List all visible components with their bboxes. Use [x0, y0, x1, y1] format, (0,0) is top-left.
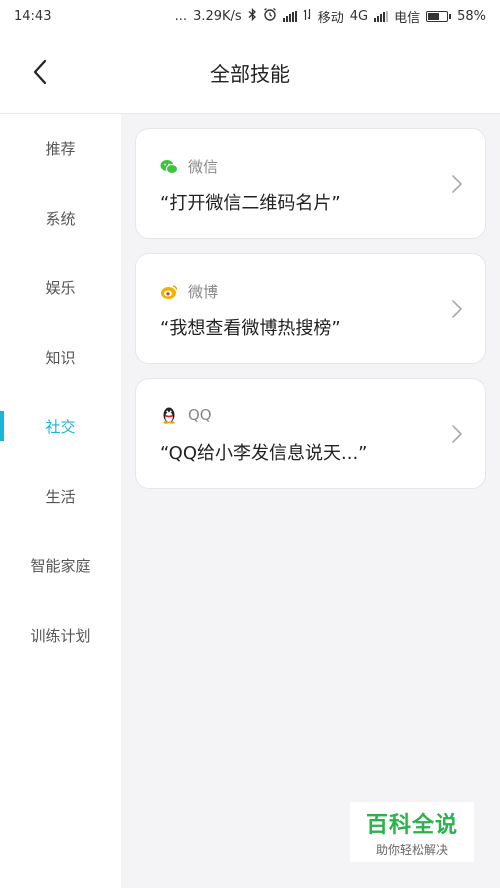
skill-example: “我想查看微博热搜榜” [160, 318, 341, 339]
watermark-title: 百科全说 [365, 812, 458, 838]
carrier-2: 电信 [394, 10, 421, 26]
sidebar-item-label: 娱乐 [45, 279, 76, 298]
sidebar-item-recommend[interactable]: 推荐 [0, 114, 121, 184]
sidebar-item-label: 训练计划 [30, 626, 91, 645]
battery-percent: 58% [457, 8, 486, 24]
sidebar-item-entertainment[interactable]: 娱乐 [0, 253, 121, 323]
skill-card-wechat[interactable]: 微信 “打开微信二维码名片” [135, 128, 486, 239]
sidebar-item-smart-home[interactable]: 智能家庭 [0, 531, 121, 601]
chevron-right-icon [452, 425, 462, 443]
skill-card-qq[interactable]: QQ “QQ给小李发信息说天...” [135, 378, 486, 489]
sidebar-item-label: 智能家庭 [30, 557, 91, 576]
sidebar-item-social[interactable]: 社交 [0, 392, 121, 462]
card-header: 微信 [160, 156, 218, 177]
app-name: QQ [188, 406, 212, 424]
carrier-1: 移动 [317, 10, 344, 26]
watermark-logo: 百科全说 助你轻松解决 [350, 802, 474, 862]
sidebar-item-label: 知识 [45, 348, 76, 367]
data-arrows-icon [303, 8, 312, 25]
sidebar-item-system[interactable]: 系统 [0, 184, 121, 254]
bluetooth-icon [248, 7, 257, 25]
weibo-icon [160, 283, 178, 301]
app-name: 微博 [188, 283, 219, 301]
sidebar-item-knowledge[interactable]: 知识 [0, 323, 121, 393]
sidebar-item-life[interactable]: 生活 [0, 462, 121, 532]
page-title: 全部技能 [210, 62, 290, 86]
chevron-right-icon [452, 300, 462, 318]
sidebar-item-label: 生活 [45, 487, 76, 506]
sidebar-item-label: 推荐 [45, 140, 76, 159]
card-header: QQ [160, 406, 212, 424]
qq-penguin-icon [160, 406, 178, 424]
status-time: 14:43 [14, 8, 52, 24]
status-dots: ... [174, 8, 188, 24]
sidebar-item-label: 社交 [45, 418, 76, 437]
signal-icon [374, 10, 389, 22]
battery-icon [426, 10, 452, 22]
alarm-icon [263, 7, 277, 25]
chevron-right-icon [452, 175, 462, 193]
battery-fill [428, 12, 439, 20]
skill-card-weibo[interactable]: 微博 “我想查看微博热搜榜” [135, 253, 486, 364]
wechat-icon [160, 158, 178, 176]
skills-content: 微信 “打开微信二维码名片” 微博 “我想查看微博热搜榜” QQ “QQ给小李发… [121, 114, 500, 888]
status-bar: 14:43 ... 3.29K/s 移动 4G 电信 58% [0, 0, 500, 32]
sidebar-item-label: 系统 [45, 209, 76, 228]
network-speed: 3.29K/s [193, 8, 242, 24]
skill-example: “QQ给小李发信息说天...” [160, 443, 368, 464]
sidebar-item-training-plan[interactable]: 训练计划 [0, 601, 121, 671]
page-header: 全部技能 [0, 32, 500, 114]
card-header: 微博 [160, 281, 218, 302]
app-name: 微信 [188, 158, 219, 176]
watermark-subtitle: 助你轻松解决 [375, 842, 448, 857]
category-sidebar: 推荐 系统 娱乐 知识 社交 生活 智能家庭 训练计划 [0, 114, 121, 888]
skill-example: “打开微信二维码名片” [160, 193, 341, 214]
signal-icon [282, 10, 297, 22]
active-indicator [0, 411, 4, 441]
network-type: 4G [349, 8, 369, 24]
status-indicators: ... 3.29K/s 移动 4G 电信 58% [175, 7, 486, 26]
